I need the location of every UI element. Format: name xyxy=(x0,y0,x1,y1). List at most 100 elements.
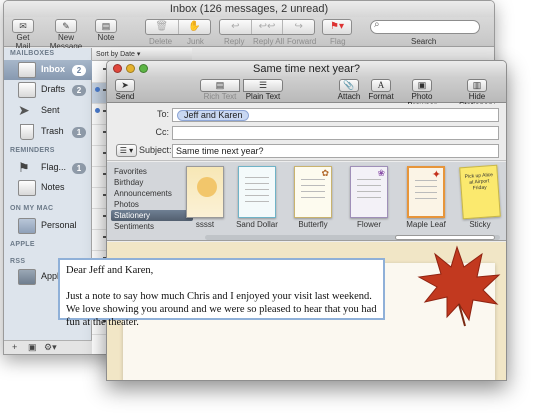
category-stationery[interactable]: Stationery xyxy=(111,210,193,221)
reply-icon[interactable]: ↩ xyxy=(220,20,252,34)
stationery-thumb[interactable]: Sand Dollar xyxy=(234,166,280,229)
forward-icon[interactable]: ↪ xyxy=(283,20,314,34)
delete-junk-segment[interactable]: 🗑 ✋ xyxy=(145,19,211,35)
count-badge: 1 xyxy=(72,127,86,138)
plain-text-label: Plain Text xyxy=(245,92,281,101)
junk-icon[interactable]: ✋ xyxy=(179,20,211,34)
paper-plane-icon: ➤ xyxy=(18,102,30,118)
text-line xyxy=(357,185,381,186)
message-body-editor[interactable]: Dear Jeff and Karen, Just a note to say … xyxy=(58,258,385,328)
category-favorites[interactable]: Favorites xyxy=(111,166,193,177)
message-headers: To: Jeff and Karen Cc: ☰ ▾ Subject: Same… xyxy=(107,104,506,161)
drafts-icon xyxy=(18,82,36,98)
sidebar-item-personal[interactable]: Personal xyxy=(4,216,92,236)
scrollbar-knob[interactable] xyxy=(395,235,495,240)
zoom-icon[interactable] xyxy=(139,64,148,73)
rich-text-button[interactable]: ▤ Rich Text xyxy=(199,79,241,101)
stationery-thumb[interactable]: ✿ Butterfly xyxy=(290,166,336,229)
trash-icon[interactable]: 🗑 xyxy=(146,20,179,34)
rich-text-icon: ▤ xyxy=(200,79,240,92)
to-field[interactable]: Jeff and Karen xyxy=(172,108,499,122)
recipient-token[interactable]: Jeff and Karen xyxy=(177,110,250,121)
reply-label: Reply xyxy=(224,37,245,46)
sidebar-item-label: Inbox xyxy=(41,64,65,74)
cc-field[interactable] xyxy=(172,126,499,140)
text-line xyxy=(245,177,269,178)
rss-icon xyxy=(18,269,36,285)
show-hide-icon[interactable]: ▣ xyxy=(28,342,37,353)
text-line xyxy=(415,198,437,199)
text-line xyxy=(415,192,437,193)
stationery-thumb-selected[interactable]: ✦ Maple Leaf xyxy=(403,166,449,229)
count-badge: 2 xyxy=(72,85,86,96)
send-button[interactable]: ➤ Send xyxy=(111,79,139,101)
sidebar-item-trash[interactable]: Trash 1 xyxy=(4,122,92,142)
stationery-pane: Favorites Birthday Announcements Photos … xyxy=(107,162,506,241)
format-button[interactable]: A Format xyxy=(366,79,396,101)
reply-all-icon[interactable]: ↩↩ xyxy=(252,20,284,34)
count-badge: 1 xyxy=(72,163,86,174)
stationery-scrollbar[interactable] xyxy=(205,235,500,240)
note-button[interactable]: ▤ Note xyxy=(94,19,118,42)
flag-icon: ⚑ xyxy=(18,160,30,175)
thumb-label: sssst xyxy=(195,220,215,229)
text-line xyxy=(301,179,325,180)
plain-text-icon: ☰ xyxy=(243,79,283,92)
plain-text-button[interactable]: ☰ Plain Text xyxy=(241,79,285,101)
forward-label: Forward xyxy=(287,37,317,46)
delete-label: Delete xyxy=(149,37,173,46)
rich-text-label: Rich Text xyxy=(203,92,237,101)
search-input[interactable] xyxy=(370,19,480,34)
subject-field[interactable]: Same time next year? xyxy=(172,144,499,158)
mailboxes-heading: MAILBOXES xyxy=(10,50,55,57)
inbox-tray-icon xyxy=(18,62,36,78)
sidebar-item-inbox[interactable]: Inbox 2 xyxy=(4,60,92,80)
flag-icon: ⚑▾ xyxy=(330,21,344,32)
greeting-text: Dear Jeff and Karen, xyxy=(66,265,154,276)
thumb-preview xyxy=(186,166,224,218)
envelope-icon: ✉ xyxy=(12,19,34,33)
add-mailbox-button[interactable]: + xyxy=(12,342,17,352)
notes-icon xyxy=(18,180,36,196)
stationery-thumb[interactable]: sssst xyxy=(182,166,228,229)
category-photos[interactable]: Photos xyxy=(111,199,193,210)
reply-segment[interactable]: ↩ ↩↩ ↪ xyxy=(219,19,315,35)
cc-label: Cc: xyxy=(155,127,170,137)
subject-label: Subject: xyxy=(139,145,172,155)
sidebar-item-label: Notes xyxy=(41,182,65,192)
thumb-label: Maple Leaf xyxy=(406,220,446,229)
sidebar-item-sent[interactable]: ➤ Sent xyxy=(4,101,92,121)
sidebar-item-notes[interactable]: Notes xyxy=(4,178,92,198)
close-icon[interactable] xyxy=(113,64,122,73)
category-announcements[interactable]: Announcements xyxy=(111,188,193,199)
minimize-icon[interactable] xyxy=(126,64,135,73)
get-mail-button[interactable]: ✉ Get Mail xyxy=(10,19,36,51)
flag-button[interactable]: ⚑▾ xyxy=(322,19,352,35)
text-line xyxy=(301,197,325,198)
text-line xyxy=(245,183,269,184)
header-options-popup[interactable]: ☰ ▾ xyxy=(116,144,137,157)
sidebar-item-label: Personal xyxy=(41,220,77,230)
sidebar-item-drafts[interactable]: Drafts 2 xyxy=(4,80,92,100)
compose-icon: ✎ xyxy=(55,19,77,33)
compose-toolbar: ➤ Send ▤ Rich Text ☰ Plain Text 📎 Attach… xyxy=(107,77,506,110)
junk-label: Junk xyxy=(187,37,204,46)
sidebar-item-flagged[interactable]: ⚑ Flag... 1 xyxy=(4,158,92,178)
action-menu-button[interactable]: ⚙▾ xyxy=(44,342,57,353)
sidebar-item-label: Drafts xyxy=(41,84,66,94)
category-sentiments[interactable]: Sentiments xyxy=(111,221,193,232)
text-line xyxy=(245,189,269,190)
stationery-thumb[interactable]: ❀ Flower xyxy=(346,166,392,229)
thumb-preview: ✿ xyxy=(294,166,332,218)
new-message-button[interactable]: ✎ New Message xyxy=(44,19,88,51)
text-line xyxy=(301,191,325,192)
stationery-thumb[interactable]: Pick up Alice at Airport Friday Sticky xyxy=(457,164,503,229)
apple-heading: APPLE xyxy=(10,241,35,248)
trash-can-icon xyxy=(20,124,34,140)
thumb-label: Flower xyxy=(356,220,381,229)
mail-toolbar: ✉ Get Mail ✎ New Message ▤ Note 🗑 ✋ Dele… xyxy=(4,17,494,51)
sidebar-item-label: Trash xyxy=(41,126,64,136)
category-birthday[interactable]: Birthday xyxy=(111,177,193,188)
unread-dot-icon xyxy=(95,108,100,113)
attach-button[interactable]: 📎 Attach xyxy=(335,79,363,101)
